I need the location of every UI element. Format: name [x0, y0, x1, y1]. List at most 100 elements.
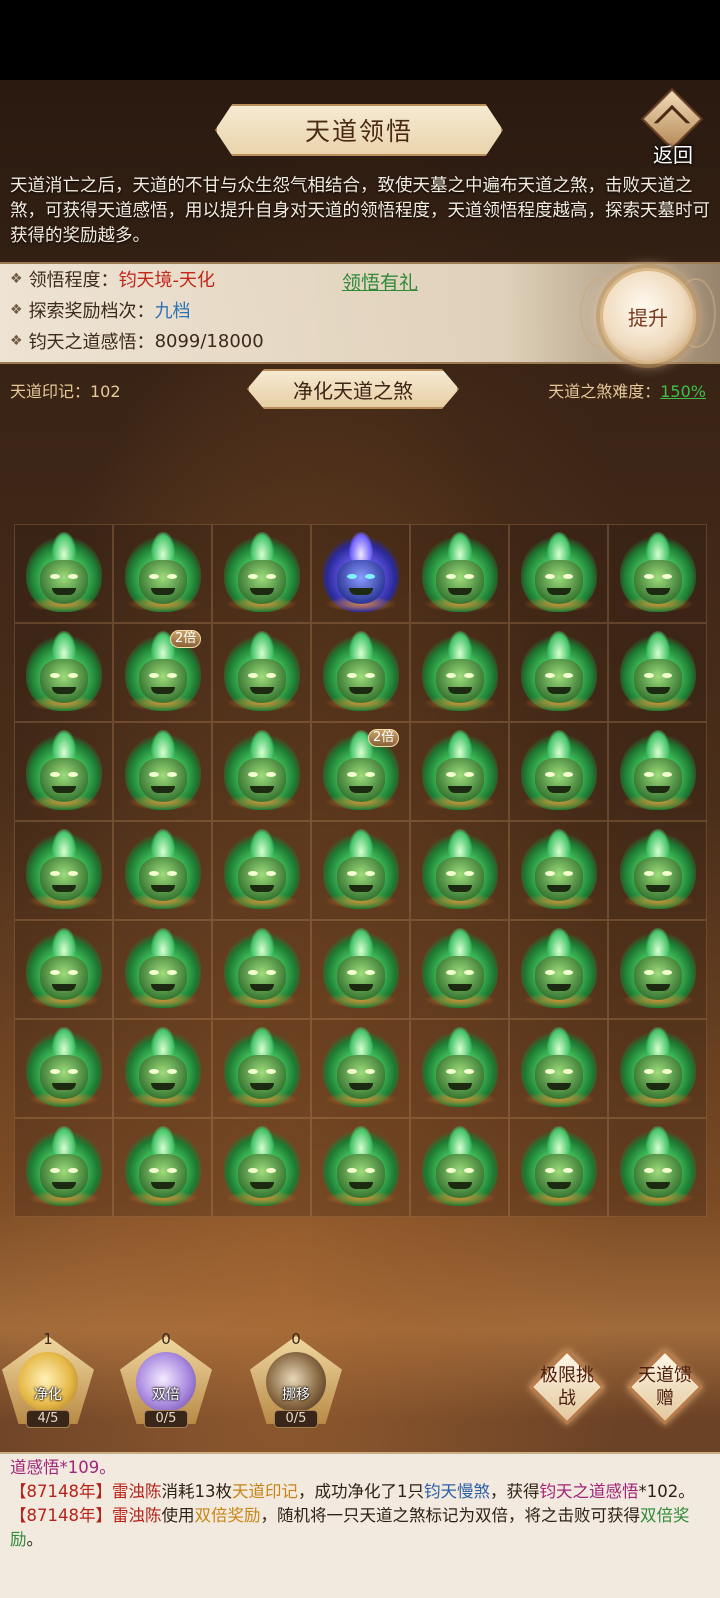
action-progress: 4/5: [26, 1410, 70, 1428]
demon-cell[interactable]: [113, 821, 212, 920]
info-row-level: ❖ 领悟程度： 钧天境-天化: [10, 264, 215, 294]
green-demon-icon: [22, 1125, 106, 1210]
green-demon-icon: [121, 1125, 205, 1210]
log-line: 【87148年】雷浊陈消耗13枚天道印记，成功净化了1只钧天慢煞，获得钧天之道感…: [10, 1480, 710, 1504]
log-text: ，成功净化了1只: [298, 1482, 424, 1501]
green-demon-icon: [220, 1026, 304, 1111]
info-row-insight: ❖ 钧天之道感悟： 8099/18000: [10, 326, 264, 356]
mark-count: 天道印记：102: [10, 382, 121, 401]
demon-cell[interactable]: [113, 920, 212, 1019]
demon-cell[interactable]: [311, 920, 410, 1019]
green-demon-icon: [517, 531, 601, 616]
demon-cell[interactable]: [14, 1118, 113, 1217]
diamond-bullet-icon: ❖: [10, 271, 23, 287]
action-progress: 0/5: [144, 1410, 188, 1428]
demon-cell[interactable]: [311, 524, 410, 623]
heaven-gift-label: 天道馈赠: [638, 1365, 692, 1409]
demon-cell[interactable]: [212, 722, 311, 821]
demon-cell[interactable]: [608, 524, 707, 623]
action-purify[interactable]: 1 净化 4/5: [2, 1330, 94, 1438]
demon-cell[interactable]: [410, 722, 509, 821]
green-demon-icon: [517, 1026, 601, 1111]
green-demon-icon: [220, 828, 304, 913]
green-demon-icon: [616, 531, 700, 616]
page-title: 天道领悟: [304, 117, 413, 146]
demon-cell[interactable]: [410, 821, 509, 920]
extreme-challenge-button[interactable]: 极限挑战: [528, 1348, 606, 1426]
green-demon-icon: [616, 630, 700, 715]
demon-cell[interactable]: [14, 722, 113, 821]
demon-cell[interactable]: [608, 920, 707, 1019]
demon-cell[interactable]: [410, 623, 509, 722]
green-demon-icon: [220, 927, 304, 1012]
log-player: 雷浊陈: [112, 1506, 162, 1525]
demon-cell[interactable]: [410, 524, 509, 623]
demon-cell[interactable]: [14, 821, 113, 920]
demon-cell[interactable]: [14, 1019, 113, 1118]
back-button[interactable]: 返回: [638, 87, 708, 167]
demon-cell[interactable]: [509, 920, 608, 1019]
demon-cell[interactable]: [113, 1118, 212, 1217]
demon-cell[interactable]: [113, 524, 212, 623]
action-move[interactable]: 0 挪移 0/5: [250, 1330, 342, 1438]
demon-cell[interactable]: [113, 722, 212, 821]
demon-cell[interactable]: [311, 1118, 410, 1217]
demon-cell[interactable]: [311, 1019, 410, 1118]
title-plate: 天道领悟: [215, 104, 503, 156]
green-demon-icon: [121, 828, 205, 913]
demon-cell[interactable]: [608, 1118, 707, 1217]
demon-grid: 2倍 2倍: [14, 524, 707, 1217]
demon-cell[interactable]: [410, 1019, 509, 1118]
green-demon-icon: [418, 828, 502, 913]
demon-cell[interactable]: [212, 1118, 311, 1217]
heaven-gift-button[interactable]: 天道馈赠: [626, 1348, 704, 1426]
green-demon-icon: [616, 828, 700, 913]
green-demon-icon: [22, 531, 106, 616]
log-tag: 【87148年】: [10, 1482, 112, 1501]
demon-cell[interactable]: [311, 623, 410, 722]
double-badge: 2倍: [368, 729, 400, 747]
demon-cell[interactable]: [212, 524, 311, 623]
double-badge: 2倍: [170, 630, 202, 648]
demon-cell[interactable]: [113, 1019, 212, 1118]
reward-tier-label: 探索奖励档次：: [28, 301, 155, 322]
demon-cell[interactable]: [509, 1019, 608, 1118]
log-player: 雷浊陈: [112, 1482, 162, 1501]
green-demon-icon: [418, 729, 502, 814]
demon-cell[interactable]: [608, 623, 707, 722]
demon-cell[interactable]: [608, 821, 707, 920]
log-text: 消耗13枚: [161, 1482, 233, 1501]
demon-cell[interactable]: [608, 722, 707, 821]
demon-cell[interactable]: [14, 920, 113, 1019]
demon-cell[interactable]: [212, 920, 311, 1019]
demon-cell[interactable]: 2倍: [311, 722, 410, 821]
demon-cell[interactable]: [509, 623, 608, 722]
demon-cell[interactable]: [410, 1118, 509, 1217]
upgrade-button[interactable]: 提升: [600, 268, 696, 364]
demon-cell[interactable]: [509, 722, 608, 821]
log-text: *102。: [638, 1482, 695, 1501]
demon-cell[interactable]: [509, 524, 608, 623]
status-bar-area: [0, 0, 720, 80]
demon-cell[interactable]: 2倍: [113, 623, 212, 722]
demon-cell[interactable]: [410, 920, 509, 1019]
green-demon-icon: [22, 828, 106, 913]
demon-cell[interactable]: [14, 524, 113, 623]
action-double[interactable]: 0 双倍 0/5: [120, 1330, 212, 1438]
demon-cell[interactable]: [14, 623, 113, 722]
demon-cell[interactable]: [509, 821, 608, 920]
green-demon-icon: [319, 1125, 403, 1210]
green-demon-icon: [418, 927, 502, 1012]
log-text: 使用: [161, 1506, 195, 1525]
game-screen: 天道领悟 返回 天道消亡之后，天道的不甘与众生怨气相结合，致使天墓之中遍布天道之…: [0, 0, 720, 1598]
demon-cell[interactable]: [212, 821, 311, 920]
difficulty-value[interactable]: 150%: [660, 382, 706, 401]
demon-cell[interactable]: [212, 623, 311, 722]
gift-link[interactable]: 领悟有礼: [342, 268, 418, 295]
demon-cell[interactable]: [212, 1019, 311, 1118]
green-demon-icon: [517, 1125, 601, 1210]
green-demon-icon: [121, 927, 205, 1012]
demon-cell[interactable]: [311, 821, 410, 920]
demon-cell[interactable]: [608, 1019, 707, 1118]
demon-cell[interactable]: [509, 1118, 608, 1217]
